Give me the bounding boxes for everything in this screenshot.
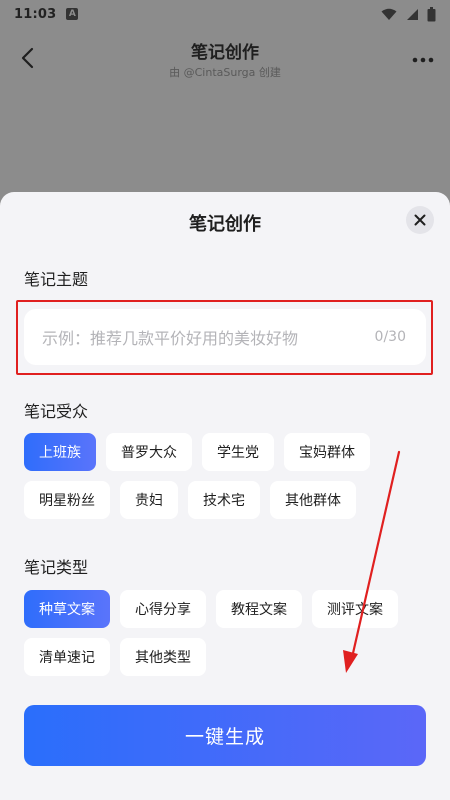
wifi-icon bbox=[381, 8, 397, 21]
status-time: 11:03 bbox=[14, 6, 57, 22]
audience-label: 笔记受众 bbox=[24, 402, 89, 421]
type-chip-row-2: 清单速记 其他类型 bbox=[24, 638, 206, 676]
topic-placeholder: 示例：推荐几款平价好用的美妆好物 bbox=[42, 329, 299, 348]
more-icon[interactable] bbox=[412, 50, 434, 63]
page-subtitle: 由 @CintaSurga 创建 bbox=[169, 66, 281, 79]
type-chip[interactable]: 心得分享 bbox=[120, 590, 206, 628]
close-icon bbox=[414, 211, 426, 230]
topic-label: 笔记主题 bbox=[24, 270, 89, 289]
type-chip[interactable]: 清单速记 bbox=[24, 638, 110, 676]
battery-icon bbox=[427, 6, 436, 22]
a-icon: A bbox=[66, 8, 79, 20]
audience-chip[interactable]: 其他群体 bbox=[270, 481, 356, 519]
status-icons bbox=[381, 6, 436, 22]
signal-icon bbox=[405, 8, 419, 21]
audience-chip[interactable]: 明星粉丝 bbox=[24, 481, 110, 519]
audience-chip[interactable]: 普罗大众 bbox=[106, 433, 192, 471]
audience-chip[interactable]: 学生党 bbox=[202, 433, 274, 471]
page-title: 笔记创作 bbox=[191, 43, 259, 63]
audience-chip[interactable]: 技术宅 bbox=[188, 481, 260, 519]
audience-chip-row-1: 上班族 普罗大众 学生党 宝妈群体 bbox=[24, 433, 370, 471]
type-label: 笔记类型 bbox=[24, 558, 89, 577]
sheet-title: 笔记创作 bbox=[189, 214, 261, 235]
type-chip-row-1: 种草文案 心得分享 教程文案 测评文案 bbox=[24, 590, 398, 628]
topic-char-counter: 0/30 bbox=[374, 329, 406, 345]
type-chip[interactable]: 其他类型 bbox=[120, 638, 206, 676]
type-chip[interactable]: 种草文案 bbox=[24, 590, 110, 628]
audience-chip-row-2: 明星粉丝 贵妇 技术宅 其他群体 bbox=[24, 481, 356, 519]
audience-chip[interactable]: 贵妇 bbox=[120, 481, 178, 519]
audience-chip[interactable]: 宝妈群体 bbox=[284, 433, 370, 471]
status-bar: 11:03 A bbox=[0, 0, 450, 28]
type-chip[interactable]: 教程文案 bbox=[216, 590, 302, 628]
close-button[interactable] bbox=[406, 206, 434, 234]
type-chip[interactable]: 测评文案 bbox=[312, 590, 398, 628]
topic-input[interactable]: 示例：推荐几款平价好用的美妆好物 0/30 bbox=[24, 309, 426, 365]
note-creation-sheet: 笔记创作 笔记主题 示例：推荐几款平价好用的美妆好物 0/30 笔记受众 上班族… bbox=[0, 192, 450, 800]
generate-button[interactable]: 一键生成 bbox=[24, 705, 426, 766]
page-header: 笔记创作 由 @CintaSurga 创建 bbox=[0, 28, 450, 88]
audience-chip[interactable]: 上班族 bbox=[24, 433, 96, 471]
